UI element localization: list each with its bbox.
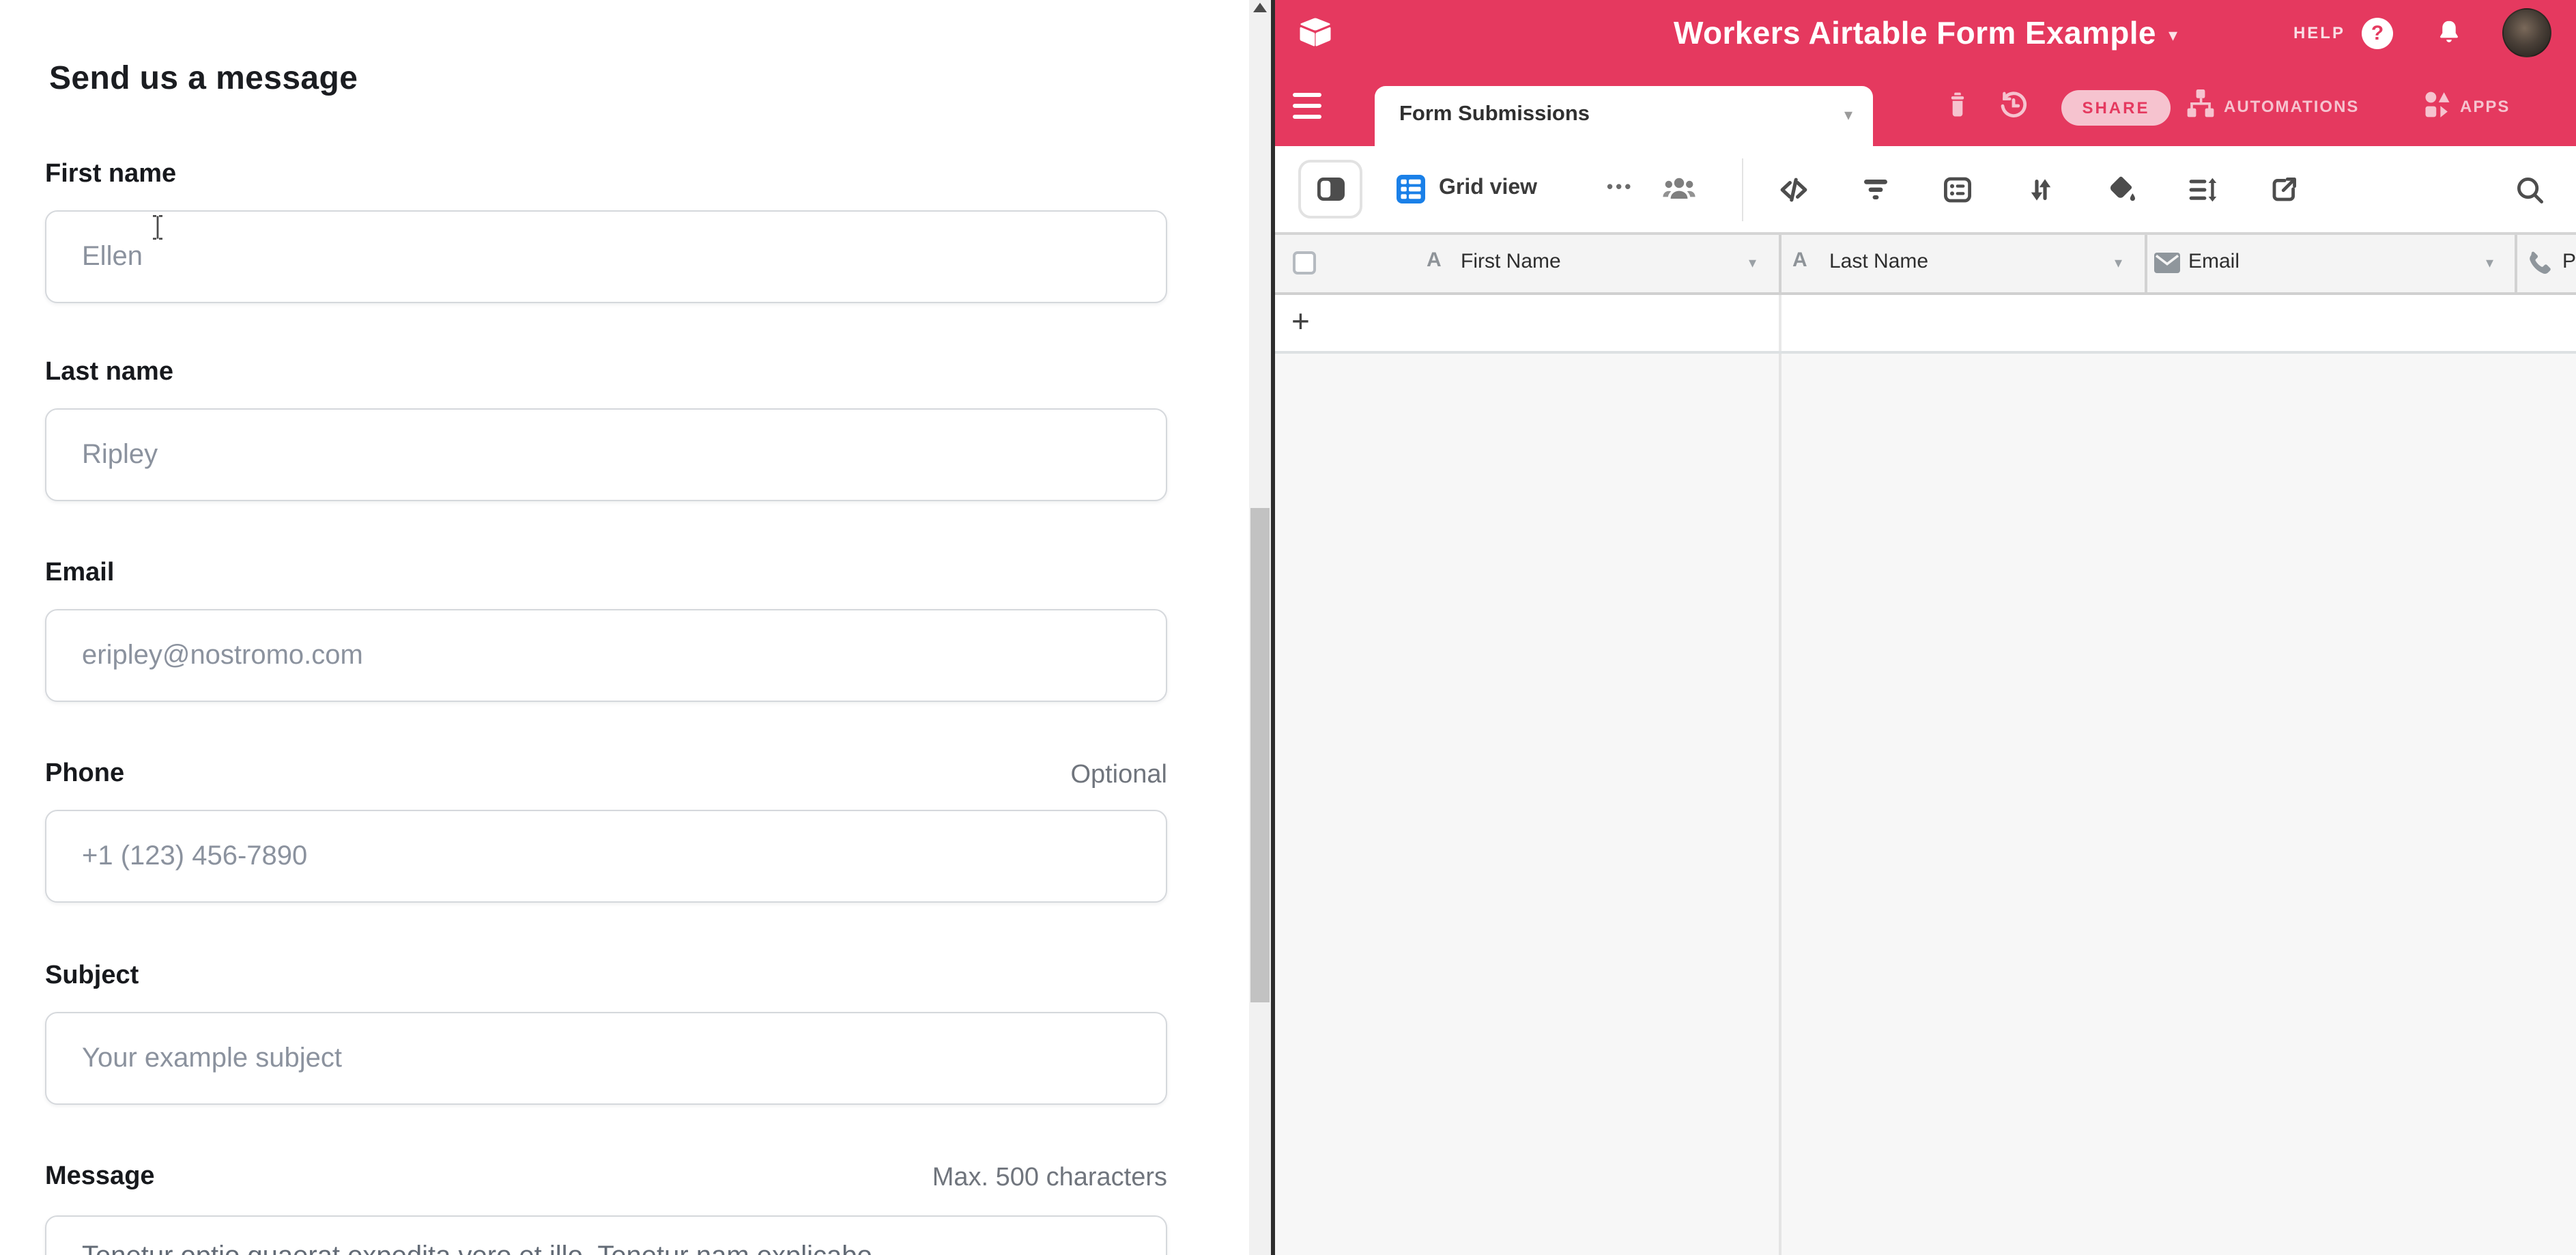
- phone-optional-hint: Optional: [1070, 761, 1167, 791]
- scrollbar-thumb[interactable]: [1250, 508, 1270, 1002]
- screen: Send us a message First name Last name E…: [0, 0, 2576, 1255]
- grid-empty-area: [1275, 354, 2576, 1255]
- help-button[interactable]: HELP: [2293, 23, 2345, 42]
- chevron-down-icon[interactable]: ▾: [2486, 254, 2493, 272]
- message-maxchars-hint: Max. 500 characters: [932, 1164, 1167, 1194]
- last-name-field-group: Last name: [45, 358, 1167, 501]
- field-head: Last name: [45, 358, 1167, 391]
- scroll-up-arrow-icon[interactable]: [1253, 3, 1267, 12]
- notifications-bell-icon[interactable]: [2434, 18, 2464, 48]
- primary-column-divider: [1779, 354, 1781, 1255]
- history-icon[interactable]: [1997, 89, 2030, 122]
- row-height-icon[interactable]: [2186, 173, 2218, 206]
- single-line-text-icon: A: [1427, 249, 1442, 272]
- grid-view-icon[interactable]: [1397, 175, 1425, 203]
- base-title[interactable]: Workers Airtable Form Example: [1674, 14, 2156, 51]
- filter-icon[interactable]: [1859, 173, 1892, 206]
- views-sidebar-toggle-button[interactable]: [1298, 160, 1362, 218]
- grid-header-row: A First Name ▾ A Last Name ▾ Email ▾: [1275, 232, 2576, 295]
- add-record-row[interactable]: +: [1275, 295, 2576, 354]
- email-field-group: Email: [45, 559, 1167, 702]
- field-head: Phone Optional: [45, 759, 1167, 792]
- table-tab-label[interactable]: Form Submissions: [1399, 102, 1590, 127]
- fill-color-icon[interactable]: [2105, 173, 2138, 206]
- email-label: Email: [45, 559, 114, 587]
- column-header-last-name[interactable]: A Last Name ▾: [1779, 235, 2145, 292]
- field-head: Subject: [45, 961, 1167, 994]
- last-name-input[interactable]: [45, 408, 1167, 501]
- text-cursor-pointer: [152, 214, 164, 240]
- topbar-right-cluster: HELP ?: [2293, 0, 2551, 66]
- field-head: Email: [45, 559, 1167, 591]
- subject-label: Subject: [45, 961, 139, 990]
- user-avatar[interactable]: [2502, 8, 2551, 57]
- sidebar-menu-icon[interactable]: [1293, 93, 1321, 119]
- first-name-label: First name: [45, 160, 176, 188]
- share-button-label[interactable]: SHARE: [2082, 98, 2149, 117]
- column-divider: [1779, 295, 1781, 351]
- group-icon[interactable]: [1941, 173, 1974, 206]
- first-name-field-group: First name: [45, 160, 1167, 303]
- message-field-group: Message Max. 500 characters Tenetur opti…: [45, 1162, 1167, 1255]
- left-window-scrollbar[interactable]: [1249, 0, 1271, 1255]
- collaborators-icon[interactable]: [1661, 172, 1697, 205]
- view-name[interactable]: Grid view: [1439, 176, 1537, 201]
- column-header-first-name[interactable]: A First Name ▾: [1275, 235, 1779, 292]
- chevron-down-icon[interactable]: ▾: [2169, 20, 2177, 46]
- phone-input[interactable]: [45, 810, 1167, 903]
- column-header-phone[interactable]: Phone: [2515, 235, 2576, 292]
- message-label: Message: [45, 1162, 155, 1191]
- apps-icon[interactable]: [2423, 90, 2452, 119]
- share-button[interactable]: SHARE: [2061, 90, 2171, 126]
- column-name[interactable]: Last Name: [1829, 250, 1928, 273]
- share-view-icon[interactable]: [2267, 173, 2300, 206]
- phone-label: Phone: [45, 759, 124, 788]
- contact-form-window: Send us a message First name Last name E…: [0, 0, 1271, 1255]
- column-name[interactable]: Phone: [2562, 250, 2576, 273]
- column-header-email[interactable]: Email ▾: [2145, 235, 2515, 292]
- subject-input[interactable]: [45, 1012, 1167, 1105]
- last-name-label: Last name: [45, 358, 173, 386]
- column-name[interactable]: First Name: [1461, 250, 1561, 273]
- automations-button-label[interactable]: AUTOMATIONS: [2224, 97, 2359, 116]
- toolbar-divider: [1742, 158, 1743, 221]
- field-head: Message Max. 500 characters: [45, 1162, 1167, 1195]
- form-title: Send us a message: [49, 60, 358, 98]
- email-icon: [2154, 253, 2180, 273]
- chevron-down-icon[interactable]: ▾: [2115, 254, 2122, 272]
- chevron-down-icon[interactable]: ▾: [1844, 105, 1852, 124]
- hide-fields-icon[interactable]: [1777, 173, 1810, 206]
- message-textarea[interactable]: Tenetur optio quaerat expedita vero et i…: [45, 1215, 1167, 1255]
- chevron-down-icon[interactable]: ▾: [1749, 254, 1756, 272]
- phone-icon: [2524, 249, 2553, 277]
- subject-field-group: Subject: [45, 961, 1167, 1105]
- help-question-icon[interactable]: ?: [2362, 17, 2393, 48]
- column-name[interactable]: Email: [2188, 250, 2239, 273]
- airtable-window: Workers Airtable Form Example ▾ HELP ? F…: [1275, 0, 2576, 1255]
- view-more-icon[interactable]: •••: [1607, 176, 1633, 197]
- phone-field-group: Phone Optional: [45, 759, 1167, 903]
- sort-icon[interactable]: [2024, 173, 2057, 206]
- automations-icon[interactable]: [2184, 87, 2217, 120]
- first-name-input[interactable]: [45, 210, 1167, 303]
- view-toolbar: Grid view •••: [1275, 146, 2576, 232]
- email-input[interactable]: [45, 609, 1167, 702]
- search-icon[interactable]: [2513, 173, 2546, 206]
- tab-form-submissions[interactable]: Form Submissions ▾: [1375, 86, 1873, 146]
- sidebar-toggle-icon: [1315, 176, 1345, 202]
- field-head: First name: [45, 160, 1167, 193]
- trash-icon[interactable]: [1943, 90, 1973, 120]
- apps-button-label[interactable]: APPS: [2460, 97, 2510, 116]
- add-record-plus-icon[interactable]: +: [1291, 303, 1310, 340]
- single-line-text-icon: A: [1792, 249, 1807, 272]
